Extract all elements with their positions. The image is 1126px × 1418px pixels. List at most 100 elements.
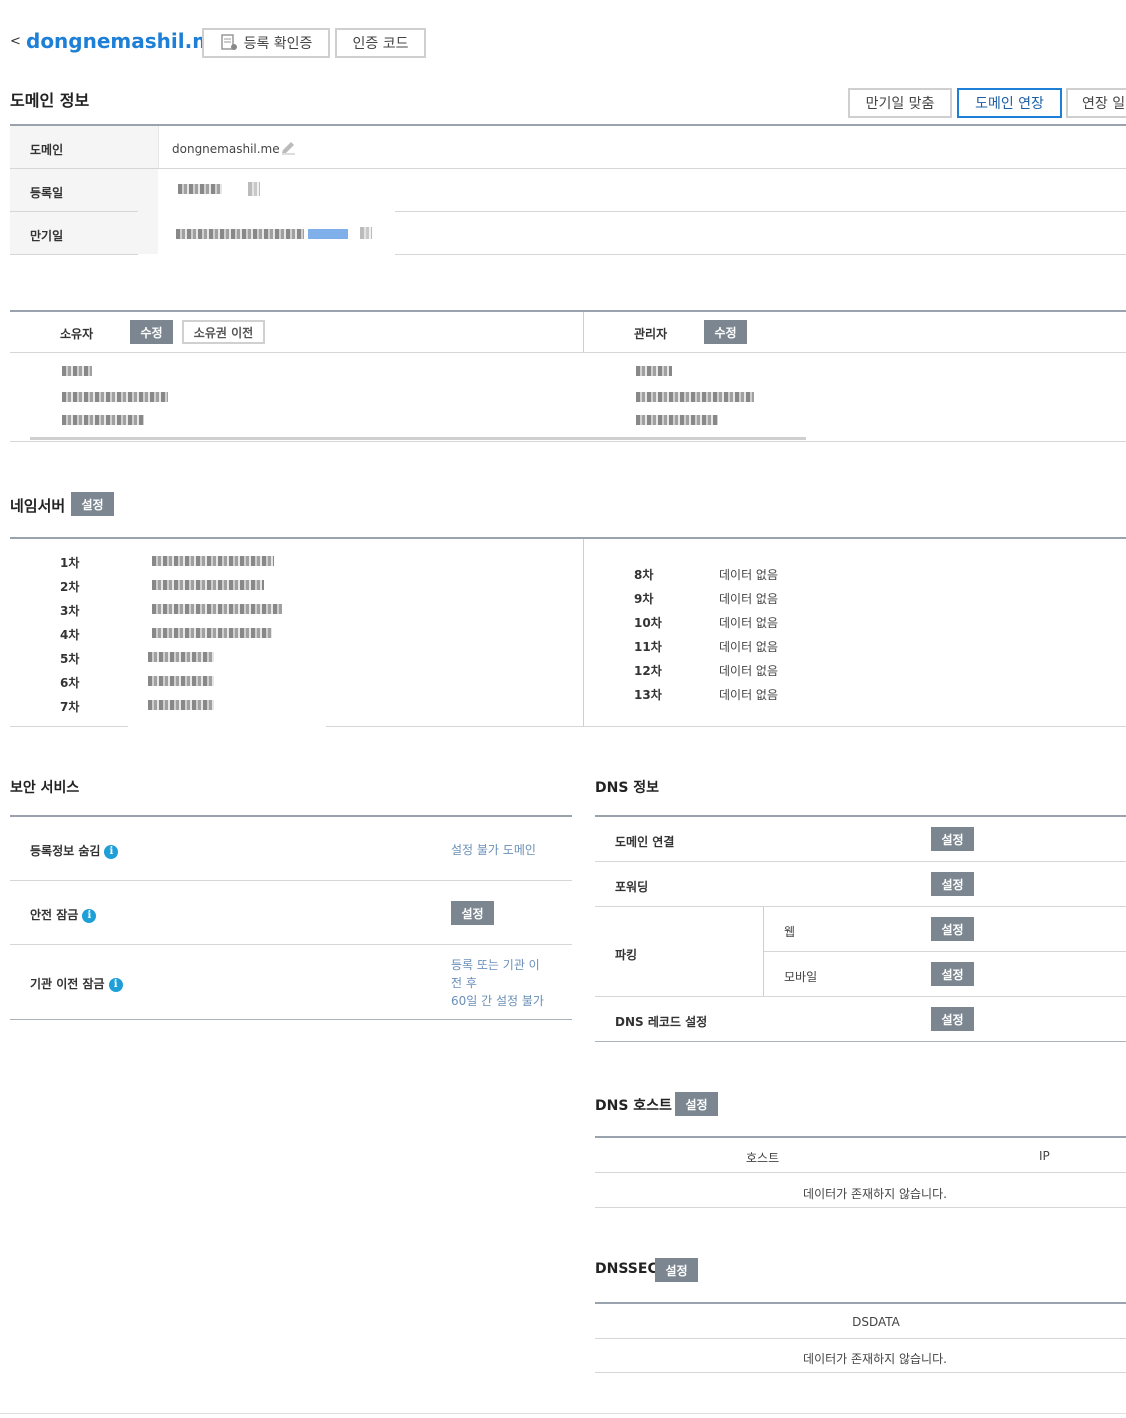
admin-phone xyxy=(636,415,718,425)
expiry-row-divider xyxy=(10,254,138,255)
transfer-lock-text: 기관 이전 잠금 xyxy=(30,977,105,991)
domain-table-divider xyxy=(158,126,159,168)
nameserver-value xyxy=(148,700,214,710)
info-icon[interactable]: i xyxy=(104,844,119,859)
dns-row-divider-1 xyxy=(595,861,1126,862)
extend-domain-label: 도메인 연장 xyxy=(975,96,1044,112)
registered-label: 등록일 xyxy=(30,186,64,200)
nameserver-label: 6차 xyxy=(60,676,80,690)
dns-info-top-border xyxy=(595,815,1126,817)
domain-connect-label: 도메인 연결 xyxy=(615,835,675,849)
domain-connect-set-button[interactable]: 설정 xyxy=(931,827,974,851)
edit-pencil-icon[interactable] xyxy=(280,141,296,155)
owner-edit-button[interactable]: 수정 xyxy=(130,320,173,344)
parking-label: 파킹 xyxy=(615,948,638,962)
forwarding-label: 포워딩 xyxy=(615,880,649,894)
parking-web-label: 웹 xyxy=(784,925,796,939)
dnssec-title: DNSSEC xyxy=(595,1261,658,1277)
nameserver-label: 1차 xyxy=(60,556,80,570)
security-row-divider-2 xyxy=(10,944,572,945)
owner-phone xyxy=(62,415,144,425)
dnssec-header-divider xyxy=(595,1338,1126,1339)
nameserver-label: 5차 xyxy=(60,652,80,666)
owner-label: 소유자 xyxy=(60,327,94,341)
nameserver-value xyxy=(152,628,272,638)
transfer-lock-status-line-3: 60일 간 설정 불가 xyxy=(451,994,544,1008)
nameserver-value xyxy=(148,676,214,686)
dns-host-set-button[interactable]: 설정 xyxy=(675,1092,718,1116)
registration-certificate-label: 등록 확인증 xyxy=(243,36,313,52)
extend-domain-button[interactable]: 도메인 연장 xyxy=(957,88,1062,118)
owner-name xyxy=(62,366,92,376)
nameserver-value: 데이터 없음 xyxy=(719,568,779,582)
nameserver-label: 7차 xyxy=(60,700,80,714)
admin-email xyxy=(636,392,754,402)
admin-name xyxy=(636,366,672,376)
dns-host-empty-message: 데이터가 존재하지 않습니다. xyxy=(803,1187,947,1201)
nameserver-label: 4차 xyxy=(60,628,80,642)
expiry-date-value xyxy=(176,229,304,239)
forwarding-set-button[interactable]: 설정 xyxy=(931,872,974,896)
nameserver-label: 9차 xyxy=(634,592,654,606)
dns-host-col-ip: IP xyxy=(1039,1149,1050,1163)
contacts-scrollbar[interactable] xyxy=(30,437,806,440)
domain-label: 도메인 xyxy=(30,143,64,157)
nameserver-label: 3차 xyxy=(60,604,80,618)
nameserver-label: 13차 xyxy=(634,688,662,702)
dnssec-bottom-border xyxy=(595,1372,1126,1373)
security-title: 보안 서비스 xyxy=(10,780,80,796)
registered-row-divider-right xyxy=(395,211,1126,212)
whois-privacy-text: 등록정보 숨김 xyxy=(30,844,101,858)
nameserver-label: 8차 xyxy=(634,568,654,582)
safe-lock-label: 안전 잠금 i xyxy=(30,906,97,923)
parking-web-set-button[interactable]: 설정 xyxy=(931,917,974,941)
info-icon[interactable]: i xyxy=(108,977,123,992)
transfer-lock-status-line-1: 등록 또는 기관 이 xyxy=(451,958,540,972)
whois-privacy-status: 설정 불가 도메인 xyxy=(451,843,536,857)
dns-row-divider-3 xyxy=(595,996,1126,997)
registered-date-value xyxy=(178,184,222,194)
domain-info-title: 도메인 정보 xyxy=(10,91,90,110)
security-top-border xyxy=(10,815,572,817)
dns-record-set-button[interactable]: 설정 xyxy=(931,1007,974,1031)
document-icon xyxy=(220,34,237,50)
expiry-date-extra xyxy=(360,227,372,239)
parking-mobile-set-button[interactable]: 설정 xyxy=(931,962,974,986)
expiry-label: 만기일 xyxy=(30,229,64,243)
domain-row-divider xyxy=(10,168,1126,169)
domain-title: dongnemashil.me xyxy=(26,29,227,53)
extend-date-label: 연장 일 xyxy=(1082,96,1126,112)
dns-host-bottom-border xyxy=(595,1207,1126,1208)
contacts-divider xyxy=(583,312,584,352)
nameserver-title: 네임서버 xyxy=(10,497,66,515)
auth-code-button[interactable]: 인증 코드 xyxy=(335,28,426,58)
dns-host-col-host: 호스트 xyxy=(746,1151,780,1165)
back-icon[interactable]: < xyxy=(10,34,21,49)
registered-date-extra xyxy=(248,182,260,196)
nameserver-value xyxy=(152,604,282,614)
nameserver-value: 데이터 없음 xyxy=(719,688,779,702)
owner-transfer-button[interactable]: 소유권 이전 xyxy=(182,320,265,344)
admin-edit-button[interactable]: 수정 xyxy=(704,320,747,344)
expiry-row-divider-right xyxy=(395,254,1126,255)
contacts-bottom-border xyxy=(10,441,1126,442)
expiry-date-highlight xyxy=(308,229,348,239)
nameserver-value: 데이터 없음 xyxy=(719,592,779,606)
nameserver-set-button[interactable]: 설정 xyxy=(71,492,114,516)
contacts-header-divider xyxy=(10,352,1126,353)
safe-lock-set-button[interactable]: 설정 xyxy=(451,901,494,925)
domain-table-top-border xyxy=(10,124,1126,126)
registration-certificate-button[interactable]: 등록 확인증 xyxy=(202,28,330,58)
nameserver-value xyxy=(152,556,274,566)
dnssec-top-border xyxy=(595,1302,1126,1304)
transfer-lock-status-line-2: 전 후 xyxy=(451,976,477,990)
match-expiry-button[interactable]: 만기일 맞춤 xyxy=(848,88,952,118)
dnssec-col-dsdata: DSDATA xyxy=(852,1315,900,1329)
dns-host-title: DNS 호스트 xyxy=(595,1098,672,1114)
info-icon[interactable]: i xyxy=(82,908,97,923)
admin-label: 관리자 xyxy=(634,327,668,341)
match-expiry-label: 만기일 맞춤 xyxy=(865,96,935,112)
whois-privacy-label: 등록정보 숨김 i xyxy=(30,842,119,859)
extend-date-button[interactable]: 연장 일 xyxy=(1066,88,1126,118)
dnssec-set-button[interactable]: 설정 xyxy=(655,1258,698,1282)
